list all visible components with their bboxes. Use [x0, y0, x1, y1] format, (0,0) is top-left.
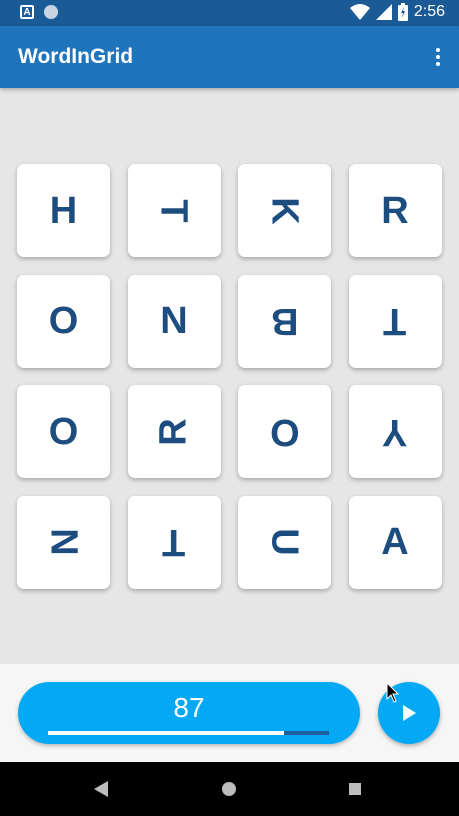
- tile-letter: U: [263, 528, 306, 556]
- tile-letter: O: [48, 300, 79, 342]
- tile-letter: O: [48, 410, 79, 453]
- letter-tile[interactable]: O: [238, 385, 331, 478]
- tile-letter: T: [153, 198, 195, 223]
- app-bar: WordInGrid: [0, 26, 459, 88]
- tile-letter: N: [42, 528, 85, 556]
- letter-tile[interactable]: N: [127, 274, 221, 368]
- wifi-icon: [349, 4, 370, 20]
- recents-icon[interactable]: [349, 783, 361, 795]
- letter-tile[interactable]: U: [238, 495, 331, 589]
- status-time: 2:56: [413, 3, 445, 20]
- letter-tile[interactable]: A: [348, 495, 442, 589]
- tile-letter: T: [162, 521, 186, 563]
- status-bar: A 2:56: [0, 0, 459, 26]
- tile-letter: N: [160, 300, 188, 342]
- battery-icon: [397, 3, 408, 21]
- signal-icon: [375, 4, 392, 20]
- letter-tile[interactable]: R: [127, 385, 221, 478]
- progress-fill: [48, 731, 285, 735]
- letter-tile[interactable]: R: [348, 164, 442, 257]
- back-icon[interactable]: [94, 781, 108, 797]
- home-icon[interactable]: [222, 782, 236, 796]
- tile-letter: H: [49, 189, 78, 232]
- letter-tile[interactable]: T: [348, 274, 442, 368]
- letter-tile[interactable]: T: [127, 495, 221, 589]
- tile-letter: B: [270, 300, 299, 342]
- app-notification-icon: A: [20, 5, 34, 19]
- score-value: 87: [173, 692, 205, 723]
- letter-tile[interactable]: T: [127, 164, 221, 257]
- letter-tile[interactable]: N: [17, 495, 110, 589]
- score-bar[interactable]: 87: [18, 682, 360, 744]
- tile-letter: R: [152, 417, 195, 446]
- tile-letter: A: [381, 521, 409, 563]
- system-nav-bar: [0, 762, 459, 816]
- progress-track: [48, 731, 329, 735]
- tile-letter: R: [381, 189, 409, 232]
- tile-letter: K: [263, 196, 306, 225]
- circle-notification-icon: [44, 5, 58, 19]
- letter-tile[interactable]: O: [17, 274, 110, 368]
- tile-letter: T: [383, 300, 407, 342]
- play-icon: [403, 705, 416, 721]
- tile-letter: Y: [382, 410, 408, 453]
- letter-tile[interactable]: H: [17, 164, 110, 257]
- letter-tile[interactable]: Y: [348, 385, 442, 478]
- letter-tile[interactable]: B: [238, 274, 331, 368]
- tile-letter: O: [269, 410, 300, 453]
- letter-grid: H T K R O N B T O R O Y N T U A: [17, 164, 442, 589]
- app-title: WordInGrid: [18, 45, 134, 68]
- more-vert-icon[interactable]: [435, 48, 441, 68]
- bottom-panel: 87: [0, 664, 459, 762]
- letter-tile[interactable]: O: [17, 385, 110, 478]
- mouse-cursor-icon: [386, 682, 400, 703]
- letter-tile[interactable]: K: [238, 164, 331, 257]
